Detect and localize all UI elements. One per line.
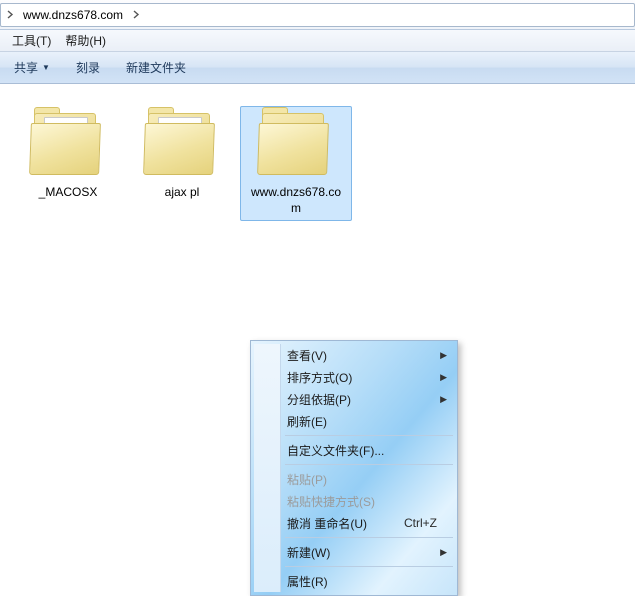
context-menu-properties[interactable]: 属性(R) <box>253 570 455 592</box>
context-menu-label: 刷新(E) <box>287 413 327 430</box>
context-menu-view[interactable]: 查看(V) ▶ <box>253 344 455 366</box>
chevron-down-icon: ▼ <box>42 63 50 72</box>
toolbar-share[interactable]: 共享 ▼ <box>14 59 50 76</box>
context-menu-label: 粘贴快捷方式(S) <box>287 493 375 510</box>
context-menu: 查看(V) ▶ 排序方式(O) ▶ 分组依据(P) ▶ 刷新(E) 自定义文件夹… <box>250 340 458 596</box>
breadcrumb[interactable]: www.dnzs678.com <box>0 3 635 27</box>
toolbar-new-folder[interactable]: 新建文件夹 <box>126 59 186 76</box>
context-menu-label: 粘贴(P) <box>287 471 327 488</box>
folder-label: ajax pl <box>165 185 200 201</box>
folder-label: _MACOSX <box>39 185 98 201</box>
context-menu-label: 排序方式(O) <box>287 369 352 386</box>
context-menu-refresh[interactable]: 刷新(E) <box>253 410 455 432</box>
chevron-right-icon[interactable] <box>1 4 19 26</box>
breadcrumb-bar: www.dnzs678.com <box>0 0 635 30</box>
menu-bar: 工具(T) 帮助(H) <box>0 30 635 52</box>
context-menu-label: 新建(W) <box>287 544 330 561</box>
separator <box>285 537 453 538</box>
content-area[interactable]: _MACOSX ajax pl www.dnzs678.com 查看(V) ▶ … <box>0 84 635 522</box>
menu-tools[interactable]: 工具(T) <box>12 32 51 49</box>
context-menu-label: 撤消 重命名(U) <box>287 515 367 532</box>
context-menu-label: 查看(V) <box>287 347 327 364</box>
toolbar-burn[interactable]: 刻录 <box>76 59 100 76</box>
folder-item-ajax[interactable]: ajax pl <box>126 106 238 206</box>
separator <box>285 464 453 465</box>
separator <box>285 566 453 567</box>
context-menu-group[interactable]: 分组依据(P) ▶ <box>253 388 455 410</box>
menu-help[interactable]: 帮助(H) <box>65 32 106 49</box>
breadcrumb-item[interactable]: www.dnzs678.com <box>19 8 127 22</box>
submenu-arrow-icon: ▶ <box>440 350 447 361</box>
submenu-arrow-icon: ▶ <box>440 372 447 383</box>
folder-icon <box>142 111 222 179</box>
toolbar: 共享 ▼ 刻录 新建文件夹 <box>0 52 635 84</box>
shortcut-label: Ctrl+Z <box>404 516 437 530</box>
context-menu-paste: 粘贴(P) <box>253 468 455 490</box>
toolbar-share-label: 共享 <box>14 59 38 76</box>
context-menu-label: 分组依据(P) <box>287 391 351 408</box>
folder-icon <box>256 111 336 179</box>
folder-item-dnzs678[interactable]: www.dnzs678.com <box>240 106 352 221</box>
context-menu-label: 自定义文件夹(F)... <box>287 442 384 459</box>
submenu-arrow-icon: ▶ <box>440 547 447 558</box>
folder-icon <box>28 111 108 179</box>
folder-label: www.dnzs678.com <box>246 185 346 216</box>
context-menu-label: 属性(R) <box>287 573 328 590</box>
context-menu-paste-shortcut: 粘贴快捷方式(S) <box>253 490 455 512</box>
chevron-right-icon[interactable] <box>127 4 145 26</box>
folder-item-macosx[interactable]: _MACOSX <box>12 106 124 206</box>
toolbar-burn-label: 刻录 <box>76 59 100 76</box>
separator <box>285 435 453 436</box>
toolbar-new-folder-label: 新建文件夹 <box>126 59 186 76</box>
context-menu-new[interactable]: 新建(W) ▶ <box>253 541 455 563</box>
context-menu-sort[interactable]: 排序方式(O) ▶ <box>253 366 455 388</box>
submenu-arrow-icon: ▶ <box>440 394 447 405</box>
context-menu-undo[interactable]: 撤消 重命名(U) Ctrl+Z <box>253 512 455 534</box>
context-menu-customize[interactable]: 自定义文件夹(F)... <box>253 439 455 461</box>
